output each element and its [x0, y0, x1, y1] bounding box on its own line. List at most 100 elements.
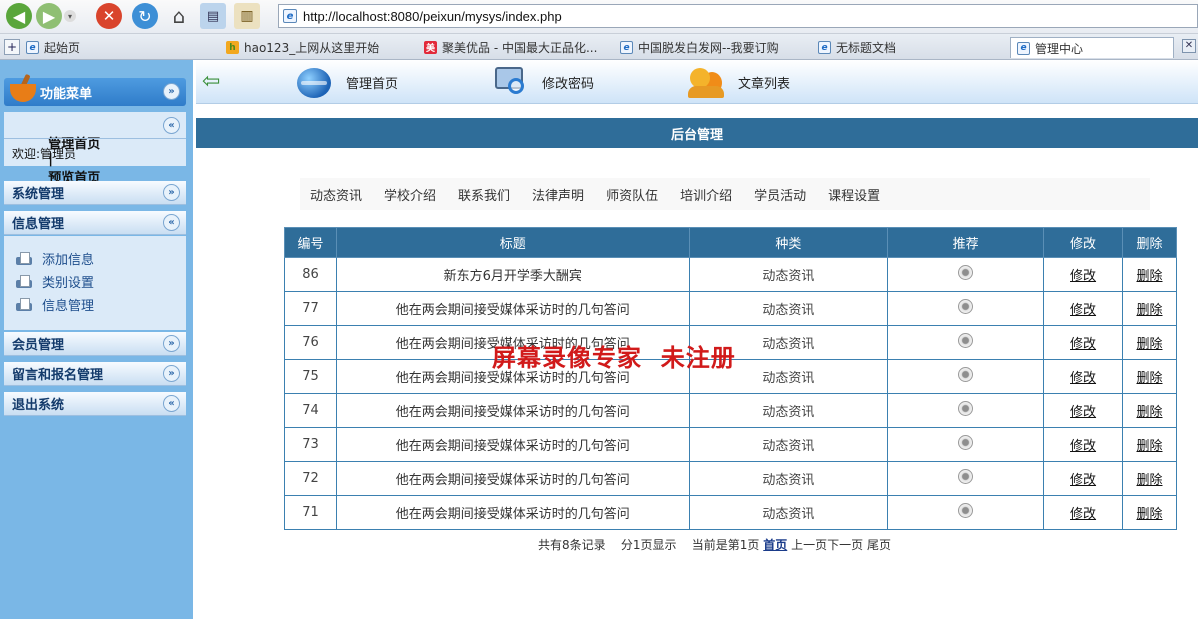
recommend-radio-icon[interactable]: [958, 469, 974, 484]
cell-type: 动态资讯: [688, 461, 889, 496]
tab-hao123[interactable]: h hao123_上网从这里开始: [226, 37, 406, 58]
address-bar[interactable]: e http://localhost:8080/peixun/mysys/ind…: [278, 4, 1198, 28]
sidebar-section-messages[interactable]: 留言和报名管理 »: [4, 362, 186, 386]
recommend-radio-icon[interactable]: [958, 435, 974, 450]
cell-type: 动态资讯: [688, 257, 889, 292]
tab-hair-site[interactable]: e 中国脱发白发网--我要订购: [620, 37, 800, 58]
edit-link[interactable]: 修改: [1070, 439, 1096, 454]
sidebar-section-info[interactable]: 信息管理 «: [4, 211, 186, 235]
chevron-down-icon[interactable]: »: [163, 184, 180, 201]
recommend-radio-icon[interactable]: [958, 367, 974, 382]
sidebar-section-system[interactable]: 系统管理 »: [4, 181, 186, 205]
ie-page-icon: e: [283, 9, 297, 23]
refresh-icon[interactable]: ↻: [132, 3, 158, 29]
delete-link[interactable]: 删除: [1136, 405, 1162, 420]
recommend-radio-icon[interactable]: [958, 333, 974, 348]
category-school-intro[interactable]: 学校介绍: [384, 185, 436, 204]
delete-link[interactable]: 删除: [1136, 439, 1162, 454]
edit-link[interactable]: 修改: [1070, 337, 1096, 352]
chevron-down-icon[interactable]: »: [163, 83, 180, 100]
edit-link[interactable]: 修改: [1070, 303, 1096, 318]
chevron-down-icon[interactable]: »: [163, 365, 180, 382]
tab-admin-center[interactable]: e 管理中心: [1010, 37, 1174, 58]
forward-arrow-icon[interactable]: ▶: [36, 3, 62, 29]
delete-link[interactable]: 删除: [1136, 303, 1162, 318]
home-icon[interactable]: ⌂: [166, 3, 192, 29]
cell-title: 他在两会期间接受媒体采访时的几句答问: [335, 495, 690, 530]
delete-link[interactable]: 删除: [1136, 473, 1162, 488]
history-dropdown-icon[interactable]: ▾: [64, 10, 76, 22]
sub-item-label: 添加信息: [42, 253, 95, 268]
back-arrow-icon[interactable]: ◀: [6, 3, 32, 29]
cell-edit: 修改: [1043, 325, 1123, 360]
nav-article-list[interactable]: 文章列表: [686, 64, 790, 100]
cell-title: 他在两会期间接受媒体采访时的几句答问: [335, 291, 690, 326]
prev-page-link[interactable]: 上一页: [791, 538, 827, 552]
sidebar-section-members[interactable]: 会员管理 »: [4, 332, 186, 356]
last-page-link[interactable]: 尾页: [867, 538, 891, 552]
tab-label: 管理中心: [1035, 41, 1084, 56]
browser-window: ◀ ▶ ▾ ✕ ↻ ⌂ ▤ ▥ e http://localhost:8080/…: [0, 0, 1198, 619]
sub-item-label: 信息管理: [42, 299, 95, 314]
edit-link[interactable]: 修改: [1070, 269, 1096, 284]
chevron-up-icon[interactable]: «: [163, 117, 180, 134]
back-arrow-icon[interactable]: ⇦: [202, 71, 220, 93]
category-activities[interactable]: 学员活动: [754, 185, 806, 204]
tab-untitled[interactable]: e 无标题文档: [818, 37, 998, 58]
column-header-id: 编号: [284, 227, 337, 258]
favorites-book-icon[interactable]: ▥: [234, 3, 260, 29]
cell-edit: 修改: [1043, 291, 1123, 326]
cell-id: 86: [284, 257, 337, 292]
edit-link[interactable]: 修改: [1070, 371, 1096, 386]
category-contact[interactable]: 联系我们: [458, 185, 510, 204]
chevron-left-icon[interactable]: «: [163, 395, 180, 412]
cell-recommend: [887, 393, 1045, 428]
sub-item-label: 类别设置: [42, 276, 95, 291]
cell-edit: 修改: [1043, 257, 1123, 292]
nav-admin-home[interactable]: 管理首页: [294, 64, 398, 100]
cell-id: 72: [284, 461, 337, 496]
tab-jumei[interactable]: 美 聚美优品 - 中国最大正品化...: [424, 37, 610, 58]
cell-id: 75: [284, 359, 337, 394]
stop-icon[interactable]: ✕: [96, 3, 122, 29]
new-tab-plus-icon[interactable]: +: [4, 39, 20, 55]
edit-link[interactable]: 修改: [1070, 473, 1096, 488]
cell-type: 动态资讯: [688, 427, 889, 462]
cell-delete: 删除: [1122, 291, 1177, 326]
chevron-up-icon[interactable]: «: [163, 214, 180, 231]
recommend-radio-icon[interactable]: [958, 265, 974, 280]
edit-link[interactable]: 修改: [1070, 507, 1096, 522]
cell-delete: 删除: [1122, 427, 1177, 462]
address-text[interactable]: http://localhost:8080/peixun/mysys/index…: [303, 9, 562, 24]
recommend-radio-icon[interactable]: [958, 503, 974, 518]
sidebar-item-category-settings[interactable]: 类别设置: [16, 272, 94, 291]
tab-start-page[interactable]: e 起始页: [26, 37, 216, 58]
cell-delete: 删除: [1122, 393, 1177, 428]
cell-delete: 删除: [1122, 461, 1177, 496]
next-page-link[interactable]: 下一页: [827, 538, 863, 552]
history-icon[interactable]: ▤: [200, 3, 226, 29]
sidebar-section-logout[interactable]: 退出系统 «: [4, 392, 186, 416]
delete-link[interactable]: 删除: [1136, 269, 1162, 284]
sidebar-item-add-info[interactable]: 添加信息: [16, 249, 94, 268]
category-news[interactable]: 动态资讯: [310, 185, 362, 204]
chevron-down-icon[interactable]: »: [163, 335, 180, 352]
bowl-logo-icon: [8, 73, 40, 106]
category-courses[interactable]: 课程设置: [828, 185, 880, 204]
delete-link[interactable]: 删除: [1136, 507, 1162, 522]
category-legal[interactable]: 法律声明: [532, 185, 584, 204]
category-training[interactable]: 培训介绍: [680, 185, 732, 204]
recommend-radio-icon[interactable]: [958, 401, 974, 416]
first-page-link[interactable]: 首页: [763, 538, 787, 552]
delete-link[interactable]: 删除: [1136, 337, 1162, 352]
cell-recommend: [887, 461, 1045, 496]
cell-recommend: [887, 291, 1045, 326]
delete-link[interactable]: 删除: [1136, 371, 1162, 386]
sidebar-item-info-management[interactable]: 信息管理: [16, 295, 94, 314]
recommend-radio-icon[interactable]: [958, 299, 974, 314]
nav-change-password[interactable]: 修改密码: [490, 64, 594, 100]
category-teachers[interactable]: 师资队伍: [606, 185, 658, 204]
table-row: 73 他在两会期间接受媒体采访时的几句答问 动态资讯 修改 删除: [284, 427, 1177, 462]
edit-link[interactable]: 修改: [1070, 405, 1096, 420]
close-tab-icon[interactable]: ✕: [1182, 39, 1196, 53]
